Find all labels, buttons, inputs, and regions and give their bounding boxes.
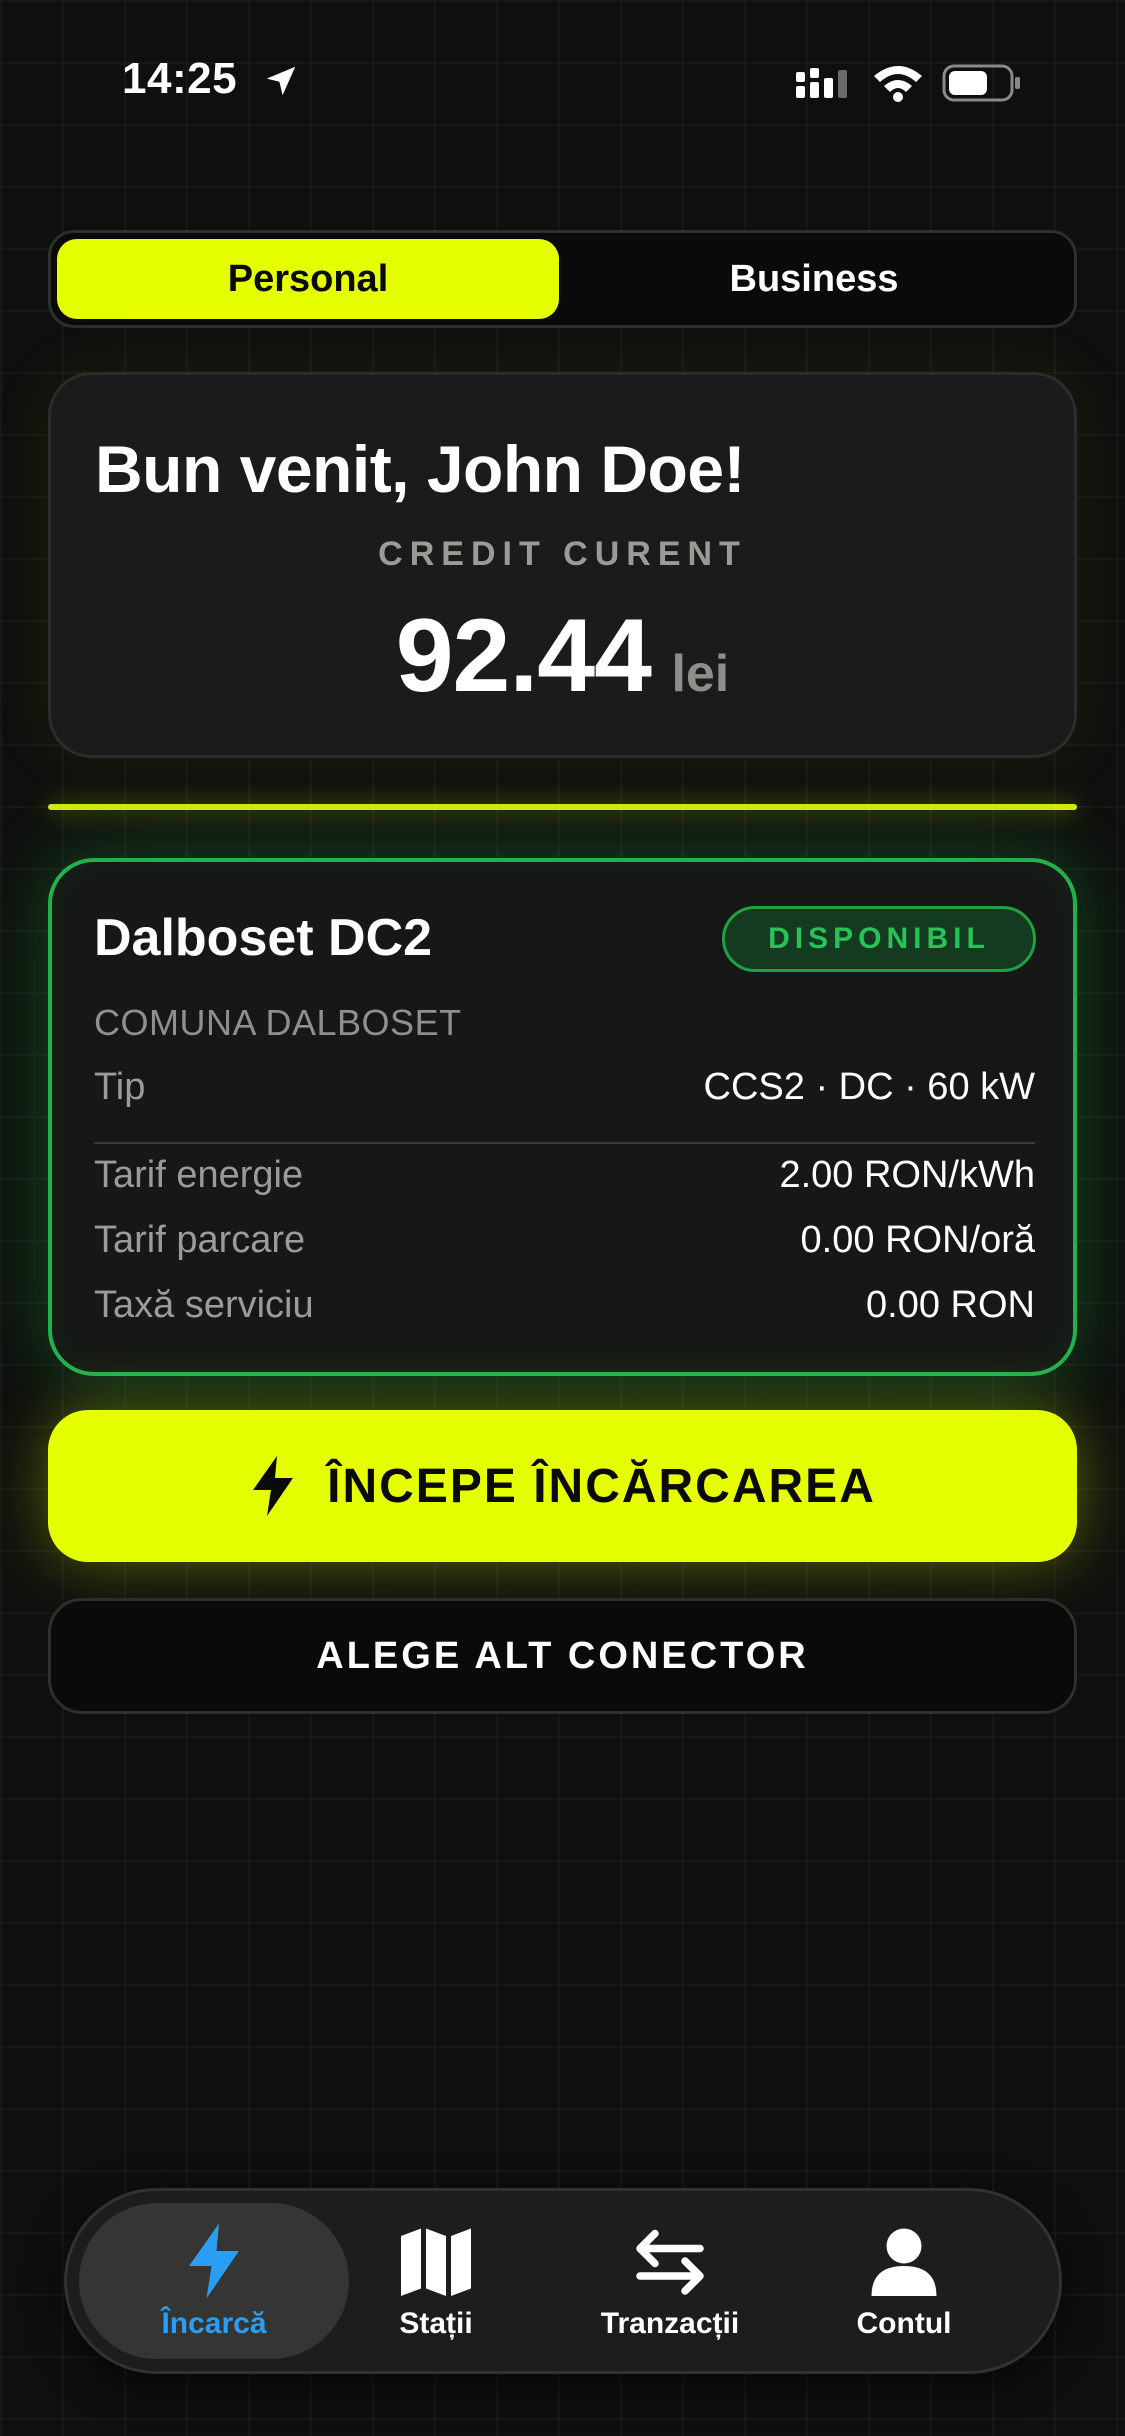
station-location: COMUNA DALBOSET bbox=[94, 1002, 462, 1043]
business-tab[interactable]: Business bbox=[563, 239, 1065, 319]
status-time: 14:25 bbox=[122, 54, 238, 103]
energy-rate-row: Tarif energie 2.00 RON/kWh bbox=[94, 1154, 1035, 1197]
parking-label: Tarif parcare bbox=[94, 1219, 306, 1261]
bolt-icon bbox=[253, 1456, 294, 1516]
accent-divider bbox=[48, 804, 1077, 810]
status-badge: DISPONIBIL bbox=[722, 906, 1036, 972]
tab-account[interactable]: Contul bbox=[769, 2203, 1039, 2359]
bottom-tab-bar: Încarcă Stații Tranzacții Contul bbox=[64, 2188, 1062, 2374]
status-bar: 14:25 bbox=[0, 0, 1125, 150]
welcome-card: Bun venit, John Doe! CREDIT CURENT 92.44… bbox=[48, 372, 1077, 758]
welcome-title: Bun venit, John Doe! bbox=[95, 432, 746, 506]
wifi-icon bbox=[874, 66, 922, 102]
start-charging-button[interactable]: ÎNCEPE ÎNCĂRCAREA bbox=[48, 1410, 1077, 1562]
bolt-icon bbox=[189, 2223, 239, 2299]
tab-transactions-label: Tranzacții bbox=[600, 2307, 740, 2340]
app-screen: 14:25 Personal Business Bun venit, John … bbox=[0, 0, 1125, 2436]
person-icon bbox=[871, 2228, 937, 2296]
row-divider bbox=[94, 1142, 1035, 1144]
tab-account-label: Contul bbox=[856, 2307, 952, 2340]
location-arrow-icon bbox=[266, 66, 296, 96]
credit-label: CREDIT CURENT bbox=[378, 535, 747, 573]
choose-other-connector-button[interactable]: ALEGE ALT CONECTOR bbox=[48, 1598, 1077, 1714]
tab-transactions[interactable]: Tranzacții bbox=[535, 2203, 805, 2359]
fee-value: 0.00 RON bbox=[866, 1284, 1035, 1326]
battery-icon bbox=[942, 64, 1020, 102]
tab-stations[interactable]: Stații bbox=[301, 2203, 571, 2359]
energy-label: Tarif energie bbox=[94, 1154, 304, 1196]
tab-stations-label: Stații bbox=[399, 2307, 473, 2340]
type-value: CCS2 · DC · 60 kW bbox=[703, 1066, 1035, 1108]
type-label: Tip bbox=[94, 1066, 146, 1108]
service-fee-row: Taxă serviciu 0.00 RON bbox=[94, 1284, 1035, 1327]
credit-value: 92.44 bbox=[395, 598, 652, 714]
personal-tab[interactable]: Personal bbox=[57, 239, 559, 319]
arrows-icon bbox=[636, 2229, 704, 2295]
connector-type-row: Tip CCS2 · DC · 60 kW bbox=[94, 1066, 1035, 1109]
start-charging-label: ÎNCEPE ÎNCĂRCAREA bbox=[327, 1459, 876, 1513]
parking-rate-row: Tarif parcare 0.00 RON/oră bbox=[94, 1219, 1035, 1262]
station-name: Dalboset DC2 bbox=[94, 909, 433, 967]
map-icon bbox=[401, 2228, 471, 2296]
fee-label: Taxă serviciu bbox=[94, 1284, 314, 1326]
account-type-switch: Personal Business bbox=[48, 230, 1077, 328]
credit-unit: lei bbox=[671, 645, 730, 703]
credit-balance: 92.44 lei bbox=[51, 597, 1074, 716]
tab-charge-label: Încarcă bbox=[161, 2307, 267, 2340]
parking-value: 0.00 RON/oră bbox=[800, 1219, 1035, 1261]
energy-value: 2.00 RON/kWh bbox=[779, 1154, 1035, 1196]
station-card: Dalboset DC2 DISPONIBIL COMUNA DALBOSET … bbox=[48, 858, 1077, 1376]
cellular-signal-icon bbox=[796, 68, 847, 98]
